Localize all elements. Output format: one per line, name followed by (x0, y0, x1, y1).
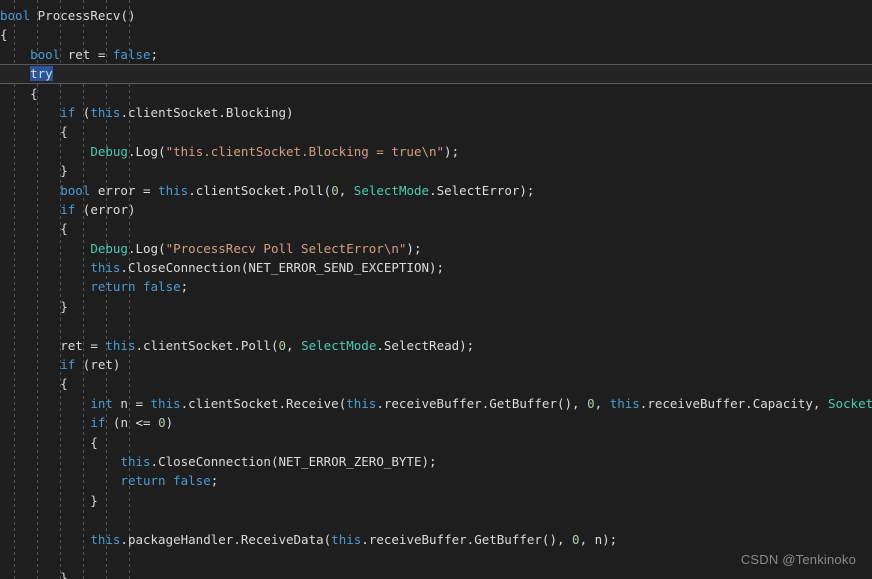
code-line[interactable]: return false; (0, 277, 872, 296)
code-line[interactable]: { (0, 25, 872, 44)
code-line[interactable]: if (error) (0, 200, 872, 219)
code-line[interactable]: } (0, 568, 872, 579)
code-line[interactable]: { (0, 219, 872, 238)
code-line[interactable]: if (n <= 0) (0, 413, 872, 432)
code-line[interactable]: { (0, 374, 872, 393)
code-line[interactable]: bool ret = false; (0, 45, 872, 64)
code-line[interactable]: bool error = this.clientSocket.Poll(0, S… (0, 181, 872, 200)
code-line[interactable]: } (0, 491, 872, 510)
code-line[interactable]: bool ProcessRecv() (0, 6, 872, 25)
code-line[interactable]: this.packageHandler.ReceiveData(this.rec… (0, 530, 872, 549)
watermark-label: CSDN @Tenkinoko (740, 551, 856, 567)
code-line[interactable]: ret = this.clientSocket.Poll(0, SelectMo… (0, 336, 872, 355)
code-line[interactable] (0, 316, 872, 335)
code-line[interactable]: } (0, 297, 872, 316)
code-line[interactable]: { (0, 84, 872, 103)
code-line[interactable]: this.CloseConnection(NET_ERROR_SEND_EXCE… (0, 258, 872, 277)
code-line[interactable]: this.CloseConnection(NET_ERROR_ZERO_BYTE… (0, 452, 872, 471)
code-line[interactable]: try (0, 64, 872, 84)
code-line[interactable]: } (0, 161, 872, 180)
code-line[interactable]: return false; (0, 471, 872, 490)
code-editor[interactable]: bool ProcessRecv(){ bool ret = false; tr… (0, 0, 872, 579)
code-line[interactable]: if (this.clientSocket.Blocking) (0, 103, 872, 122)
code-line[interactable]: if (ret) (0, 355, 872, 374)
code-line[interactable]: int n = this.clientSocket.Receive(this.r… (0, 394, 872, 413)
code-line[interactable]: Debug.Log("this.clientSocket.Blocking = … (0, 142, 872, 161)
code-line[interactable] (0, 510, 872, 529)
code-line[interactable]: { (0, 122, 872, 141)
code-lines[interactable]: bool ProcessRecv(){ bool ret = false; tr… (0, 0, 872, 579)
code-line[interactable]: { (0, 433, 872, 452)
code-line[interactable]: Debug.Log("ProcessRecv Poll SelectError\… (0, 239, 872, 258)
